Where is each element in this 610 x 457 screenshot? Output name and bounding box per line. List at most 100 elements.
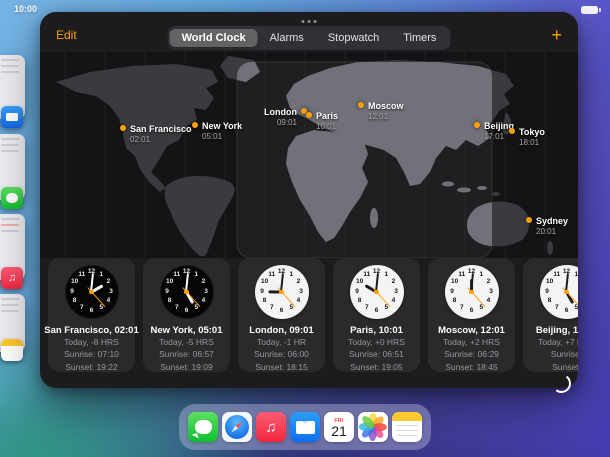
clock-sunset-label: Sunset: 18:15 xyxy=(255,361,307,373)
city-marker-paris: Paris10:01 xyxy=(306,111,338,131)
dock-icon-photos[interactable] xyxy=(358,412,388,442)
clock-card[interactable]: 123456789101112Moscow, 12:01Today, +2 HR… xyxy=(428,258,515,372)
city-marker-sydney: Sydney20:01 xyxy=(526,216,568,236)
city-name: Paris xyxy=(316,111,338,122)
tab-bar: World ClockAlarmsStopwatchTimers xyxy=(168,26,451,50)
dock-icon-notes[interactable] xyxy=(392,412,422,442)
clock-sunset-label: Sunset: 19:09 xyxy=(160,361,212,373)
dock-icon-calendar[interactable]: FRI21 xyxy=(324,412,354,442)
city-time: 12:01 xyxy=(368,112,404,122)
tab-world-clock[interactable]: World Clock xyxy=(170,29,258,47)
city-time: 18:01 xyxy=(519,138,545,148)
stage-manager-thumbnail-notes[interactable] xyxy=(0,294,25,352)
city-marker-tokyo: Tokyo18:01 xyxy=(509,127,545,147)
tab-timers[interactable]: Timers xyxy=(391,29,448,47)
compass-icon xyxy=(225,415,249,439)
dock-icon-messages[interactable] xyxy=(188,412,218,442)
notes-header-icon xyxy=(392,412,422,421)
city-name: London xyxy=(264,107,297,118)
clock-sunrise-label: Sunrise: xyxy=(551,348,578,360)
city-marker-moscow: Moscow12:01 xyxy=(358,101,404,121)
toolbar: Edit World ClockAlarmsStopwatchTimers + xyxy=(40,12,578,52)
clock-sunrise-label: Sunrise: 06:57 xyxy=(159,348,214,360)
analog-clock: 123456789101112 xyxy=(160,265,214,319)
clock-app-window: Edit World ClockAlarmsStopwatchTimers + … xyxy=(40,12,578,388)
city-name: New York xyxy=(202,121,242,132)
clock-sunrise-label: Sunrise: 06:51 xyxy=(349,348,404,360)
city-dot-icon xyxy=(358,102,364,108)
tab-stopwatch[interactable]: Stopwatch xyxy=(316,29,391,47)
city-time: 05:01 xyxy=(202,132,242,142)
city-dot-icon xyxy=(474,122,480,128)
clock-card[interactable]: 123456789101112 Beijing, 17:01Today, +7 H… xyxy=(523,258,578,372)
analog-clock: 123456789101112 xyxy=(540,265,579,319)
music-note-icon: ♫ xyxy=(265,419,276,436)
city-marker-new-york: New York05:01 xyxy=(192,121,242,141)
city-dot-icon xyxy=(526,217,532,223)
clock-card-row: 123456789101112San Francisco, 02:01Today… xyxy=(40,258,578,372)
battery-icon xyxy=(581,6,598,14)
clock-card[interactable]: 123456789101112 London, 09:01Today, -1 HR… xyxy=(238,258,325,372)
dock-icon-music[interactable]: ♫ xyxy=(256,412,286,442)
calendar-day: 21 xyxy=(331,424,347,438)
clock-offset-label: Today, -8 HRS xyxy=(64,336,119,348)
city-time: 09:01 xyxy=(264,118,297,128)
clock-sunset-label: Sunset: 18:45 xyxy=(445,361,497,373)
city-dot-icon xyxy=(306,112,312,118)
city-time: 20:01 xyxy=(536,227,568,237)
clock-offset-label: Today, +2 HRS xyxy=(443,336,500,348)
city-dot-icon xyxy=(120,125,126,131)
add-city-button[interactable]: + xyxy=(551,28,562,42)
clock-card[interactable]: 123456789101112 New York, 05:01Today, -5 … xyxy=(143,258,230,372)
dock-icon-mail[interactable] xyxy=(290,412,320,442)
world-map: San Francisco02:01New York05:01London09:… xyxy=(40,52,578,258)
messages-app-icon xyxy=(1,187,23,209)
clock-sunrise-label: Sunrise: 07:10 xyxy=(64,348,119,360)
dock: ♫ FRI21 xyxy=(179,404,431,450)
stage-manager-thumbnail-messages[interactable] xyxy=(0,134,25,200)
envelope-icon xyxy=(296,421,315,434)
analog-clock: 123456789101112 xyxy=(255,265,309,319)
city-marker-san-francisco: San Francisco02:01 xyxy=(120,124,192,144)
clock-offset-label: Today, -5 HRS xyxy=(159,336,214,348)
clock-sunrise-label: Sunrise: 06:00 xyxy=(254,348,309,360)
ipad-screen: 10:00 ♫ Edit World ClockAlarmsStopwatchT… xyxy=(0,0,610,457)
stage-manager-thumbnail-mail[interactable] xyxy=(0,55,25,119)
speech-bubble-icon xyxy=(195,420,212,434)
clock-card[interactable]: 123456789101112San Francisco, 02:01Today… xyxy=(48,258,135,372)
status-bar-time: 10:00 xyxy=(14,4,37,14)
stage-manager-thumbnail-music[interactable]: ♫ xyxy=(0,214,25,280)
clock-sunset-label: Sunset: 19:05 xyxy=(350,361,402,373)
clock-city-label: San Francisco, 02:01 xyxy=(44,325,139,336)
city-time: 02:01 xyxy=(130,135,192,145)
clock-sunset-label: Sunset: 19:22 xyxy=(65,361,117,373)
city-dot-icon xyxy=(192,122,198,128)
analog-clock: 123456789101112 xyxy=(65,265,119,319)
mail-app-icon xyxy=(1,106,23,128)
clock-offset-label: Today, +7 HRS xyxy=(538,336,578,348)
world-map-graphic xyxy=(40,52,578,258)
notes-app-icon xyxy=(1,339,23,361)
city-name: Moscow xyxy=(368,101,404,112)
clock-city-label: Beijing, 17:01 xyxy=(536,325,578,336)
analog-clock: 123456789101112 xyxy=(350,265,404,319)
clock-city-label: Paris, 10:01 xyxy=(350,325,403,336)
clock-offset-label: Today, +0 HRS xyxy=(348,336,405,348)
city-time: 10:01 xyxy=(316,122,338,132)
tab-alarms[interactable]: Alarms xyxy=(258,29,316,47)
clock-sunrise-label: Sunrise: 06:29 xyxy=(444,348,499,360)
edit-button[interactable]: Edit xyxy=(56,28,77,42)
city-marker-beijing: Beijing17:01 xyxy=(474,121,514,141)
city-marker-london: London09:01 xyxy=(264,107,307,127)
city-name: San Francisco xyxy=(130,124,192,135)
city-name: Sydney xyxy=(536,216,568,227)
clock-city-label: London, 09:01 xyxy=(249,325,313,336)
analog-clock: 123456789101112 xyxy=(445,265,499,319)
dock-icon-safari[interactable] xyxy=(222,412,252,442)
city-name: Tokyo xyxy=(519,127,545,138)
city-dot-icon xyxy=(509,128,515,134)
clock-card[interactable]: 123456789101112 Paris, 10:01Today, +0 HRS… xyxy=(333,258,420,372)
clock-offset-label: Today, -1 HR xyxy=(257,336,306,348)
clock-sunset-label: Sunset: xyxy=(552,361,578,373)
clock-city-label: New York, 05:01 xyxy=(151,325,223,336)
